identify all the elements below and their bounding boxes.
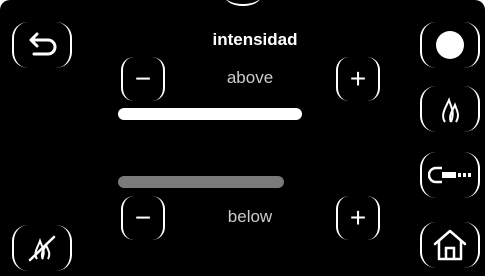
home-icon bbox=[431, 228, 469, 262]
plug-icon bbox=[428, 163, 472, 187]
below-label: below bbox=[227, 207, 273, 226]
screen: intensidad − above + − below + bbox=[0, 0, 485, 276]
page-title: intensidad bbox=[212, 30, 298, 49]
flame-button[interactable] bbox=[420, 86, 480, 132]
back-arrow-icon bbox=[24, 31, 60, 59]
above-minus-button[interactable]: − bbox=[121, 57, 165, 101]
flame-off-button[interactable] bbox=[12, 225, 72, 271]
above-label: above bbox=[226, 68, 274, 87]
above-plus-button[interactable]: + bbox=[336, 57, 380, 101]
circle-icon bbox=[433, 28, 467, 62]
circle-button[interactable] bbox=[420, 22, 480, 68]
plug-button[interactable] bbox=[420, 152, 480, 198]
below-level-bar bbox=[118, 176, 284, 188]
back-button[interactable] bbox=[12, 22, 72, 68]
flame-off-icon bbox=[24, 233, 60, 263]
below-plus-button[interactable]: + bbox=[336, 196, 380, 240]
flame-icon bbox=[435, 92, 465, 126]
below-minus-button[interactable]: − bbox=[121, 196, 165, 240]
above-level-bar bbox=[118, 108, 302, 120]
home-button[interactable] bbox=[420, 222, 480, 268]
top-notch bbox=[225, 0, 261, 6]
